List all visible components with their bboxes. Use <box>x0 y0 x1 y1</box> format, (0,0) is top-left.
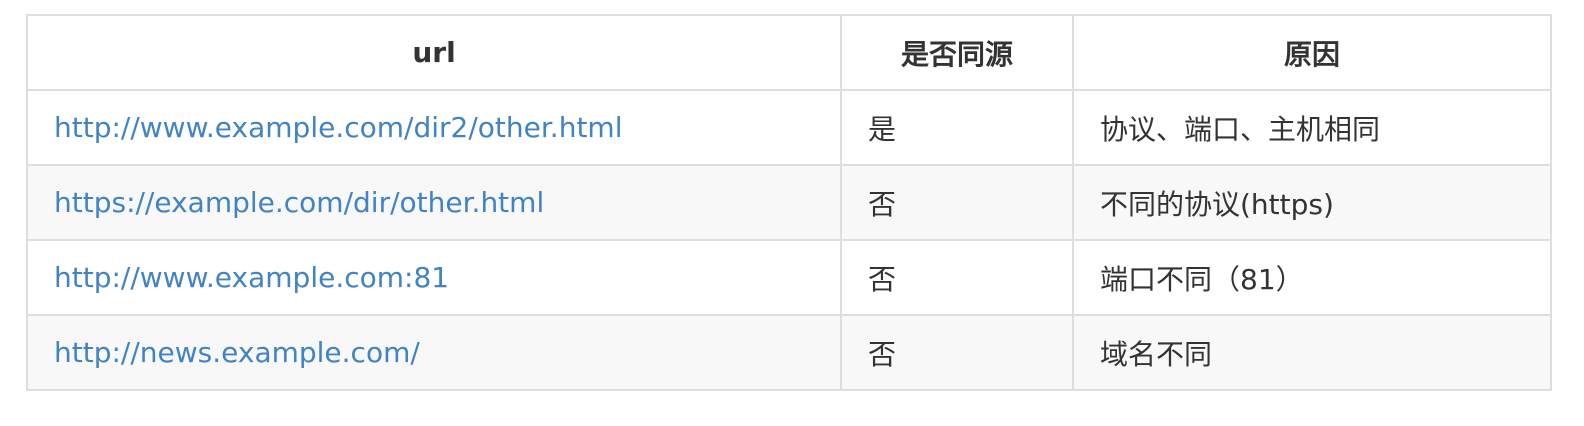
header-reason: 原因 <box>1072 14 1552 91</box>
table-row: http://www.example.com/dir2/other.html 是… <box>26 89 1552 166</box>
reason-cell: 不同的协议(https) <box>1072 164 1552 241</box>
table-body: http://www.example.com/dir2/other.html 是… <box>26 89 1552 391</box>
table-row: http://news.example.com/ 否 域名不同 <box>26 314 1552 391</box>
url-link[interactable]: https://example.com/dir/other.html <box>54 186 544 219</box>
same-origin-cell: 是 <box>840 89 1074 166</box>
url-cell: http://www.example.com/dir2/other.html <box>26 89 842 166</box>
url-link[interactable]: http://www.example.com:81 <box>54 261 449 294</box>
reason-cell: 协议、端口、主机相同 <box>1072 89 1552 166</box>
header-row: url 是否同源 原因 <box>26 14 1552 91</box>
table-row: http://www.example.com:81 否 端口不同（81） <box>26 239 1552 316</box>
same-origin-cell: 否 <box>840 314 1074 391</box>
url-cell: https://example.com/dir/other.html <box>26 164 842 241</box>
url-link[interactable]: http://news.example.com/ <box>54 336 420 369</box>
header-same-origin: 是否同源 <box>840 14 1074 91</box>
same-origin-cell: 否 <box>840 164 1074 241</box>
url-link[interactable]: http://www.example.com/dir2/other.html <box>54 111 622 144</box>
same-origin-table: url 是否同源 原因 http://www.example.com/dir2/… <box>26 14 1552 391</box>
header-url: url <box>26 14 842 91</box>
reason-cell: 端口不同（81） <box>1072 239 1552 316</box>
table-row: https://example.com/dir/other.html 否 不同的… <box>26 164 1552 241</box>
url-cell: http://www.example.com:81 <box>26 239 842 316</box>
table-header: url 是否同源 原因 <box>26 14 1552 91</box>
reason-cell: 域名不同 <box>1072 314 1552 391</box>
url-cell: http://news.example.com/ <box>26 314 842 391</box>
same-origin-cell: 否 <box>840 239 1074 316</box>
